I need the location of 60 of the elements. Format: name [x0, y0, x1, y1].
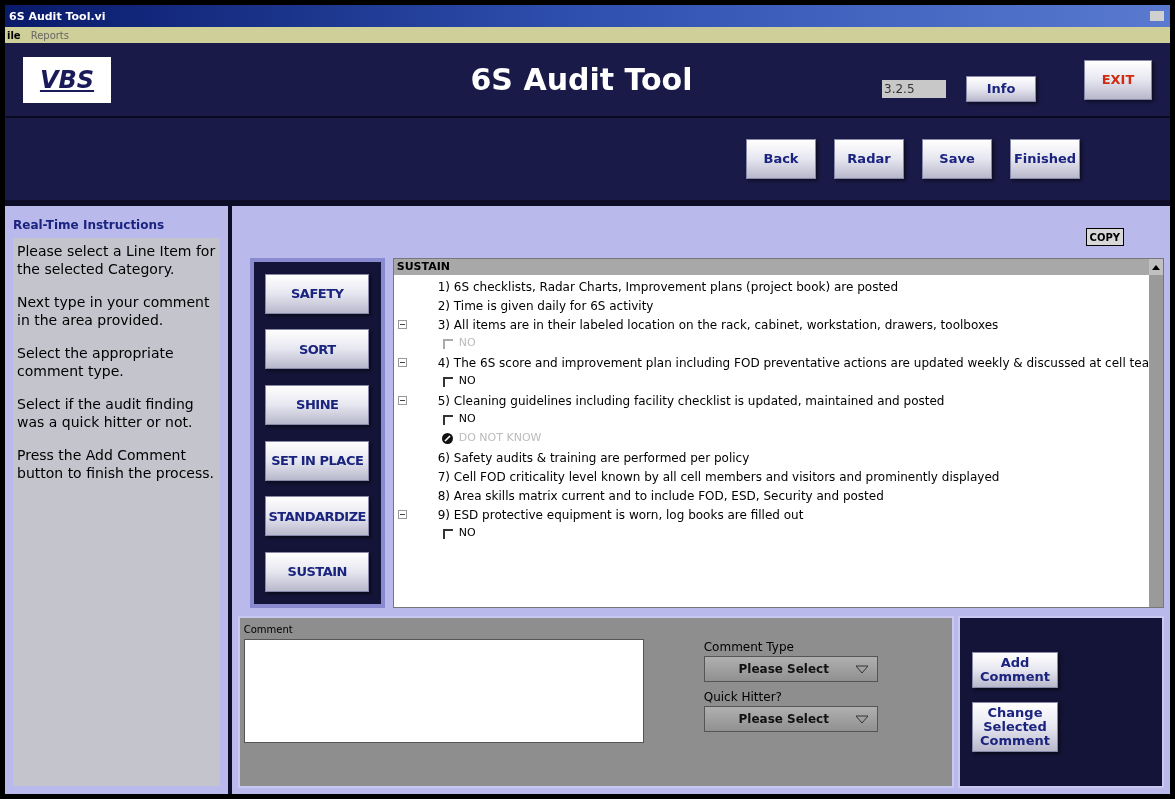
line-item[interactable]: 7) Cell FOD criticality level known by all cell members and visitors and prominently displayed [437, 467, 1000, 486]
dropdown[interactable]: Please Select [703, 656, 878, 682]
checkbox[interactable] [442, 376, 453, 387]
dropdown-label: Comment Type [703, 639, 795, 656]
instruction-text: Select if the audit finding was a quick hitter or not. [17, 395, 195, 431]
comment-field[interactable] [243, 639, 644, 743]
tree-header: SUSTAIN [393, 259, 1149, 275]
category-button[interactable]: SORT [265, 329, 370, 370]
toolbar-button[interactable]: Save [922, 139, 992, 179]
comment-label: Comment [243, 623, 294, 637]
line-item[interactable]: 5) Cleaning guidelines including facility checklist is updated, maintained and posted [437, 391, 945, 410]
line-item[interactable]: 2) Time is given daily for 6S activity [437, 296, 654, 315]
version-field: 3.2.5 [882, 79, 946, 98]
window-title: 6S Audit Tool.vi [9, 10, 106, 22]
category-button[interactable]: SUSTAIN [265, 552, 370, 593]
checkbox-label: NO [458, 335, 476, 352]
toolbar-button[interactable]: Radar [834, 139, 904, 179]
collapse-icon[interactable] [397, 396, 407, 405]
scroll-up-icon[interactable] [1149, 259, 1163, 275]
checkbox[interactable] [442, 414, 453, 425]
line-item[interactable]: 4) The 6S score and improvement plan including FOD preventative actions are updated weekly & discussed at cell tea [437, 353, 1149, 372]
instruction-text: Select the appropriate comment type. [17, 344, 175, 380]
blocked-icon [441, 433, 453, 444]
category-button[interactable]: SHINE [265, 385, 370, 426]
checkbox-label: NO [458, 525, 476, 542]
checkbox-label: NO [458, 373, 476, 390]
category-button[interactable]: SET IN PLACE [265, 440, 370, 481]
collapse-icon[interactable] [397, 320, 407, 329]
line-item[interactable]: 9) ESD protective equipment is worn, log books are filled out [437, 505, 804, 524]
collapse-icon[interactable] [397, 510, 407, 519]
menu-item[interactable]: Reports [30, 27, 69, 43]
toolbar-button[interactable]: Finished [1010, 139, 1080, 179]
checkbox-label: NO [458, 411, 476, 428]
toolbar-button[interactable]: Back [746, 139, 816, 179]
dropdown-label: Quick Hitter? [703, 689, 783, 706]
instruction-text: Press the Add Comment button to finish the process. [17, 446, 215, 482]
collapse-icon[interactable] [397, 358, 407, 367]
copy-button[interactable]: COPY [1085, 228, 1124, 246]
info-button[interactable]: Info [966, 75, 1036, 102]
instruction-text: Please select a Line Item for the selected Category. [17, 242, 216, 278]
caret-icon [854, 714, 869, 724]
line-item[interactable]: 6) Safety audits & training are performed per policy [437, 448, 750, 467]
category-button[interactable]: STANDARDIZE [265, 496, 370, 537]
line-item[interactable]: 8) Area skills matrix current and to include FOD, ESD, Security and posted [437, 486, 884, 505]
caret-icon [854, 664, 869, 674]
instruction-text: Next type in your comment in the area provided. [17, 293, 211, 329]
checkbox[interactable] [442, 528, 453, 539]
app-title: 6S Audit Tool [470, 61, 693, 99]
dropdown[interactable]: Please Select [703, 706, 878, 732]
line-item[interactable]: 3) All items are in their labeled location on the rack, cabinet, workstation, drawers, toolboxes [437, 315, 999, 334]
instructions-title: Real-Time Instructions [13, 217, 166, 234]
logo: VBS [23, 56, 111, 103]
action-button[interactable]: Add Comment [972, 652, 1058, 688]
exit-button[interactable]: EXIT [1084, 59, 1152, 100]
category-button[interactable]: SAFETY [265, 273, 370, 314]
scrollbar[interactable] [1149, 275, 1163, 607]
option-label: DO NOT KNOW [458, 430, 542, 447]
action-button[interactable]: Change Selected Comment [972, 702, 1058, 752]
menu-item[interactable]: ile [7, 27, 21, 43]
line-item[interactable]: 1) 6S checklists, Radar Charts, Improvement plans (project book) are posted [437, 277, 899, 296]
